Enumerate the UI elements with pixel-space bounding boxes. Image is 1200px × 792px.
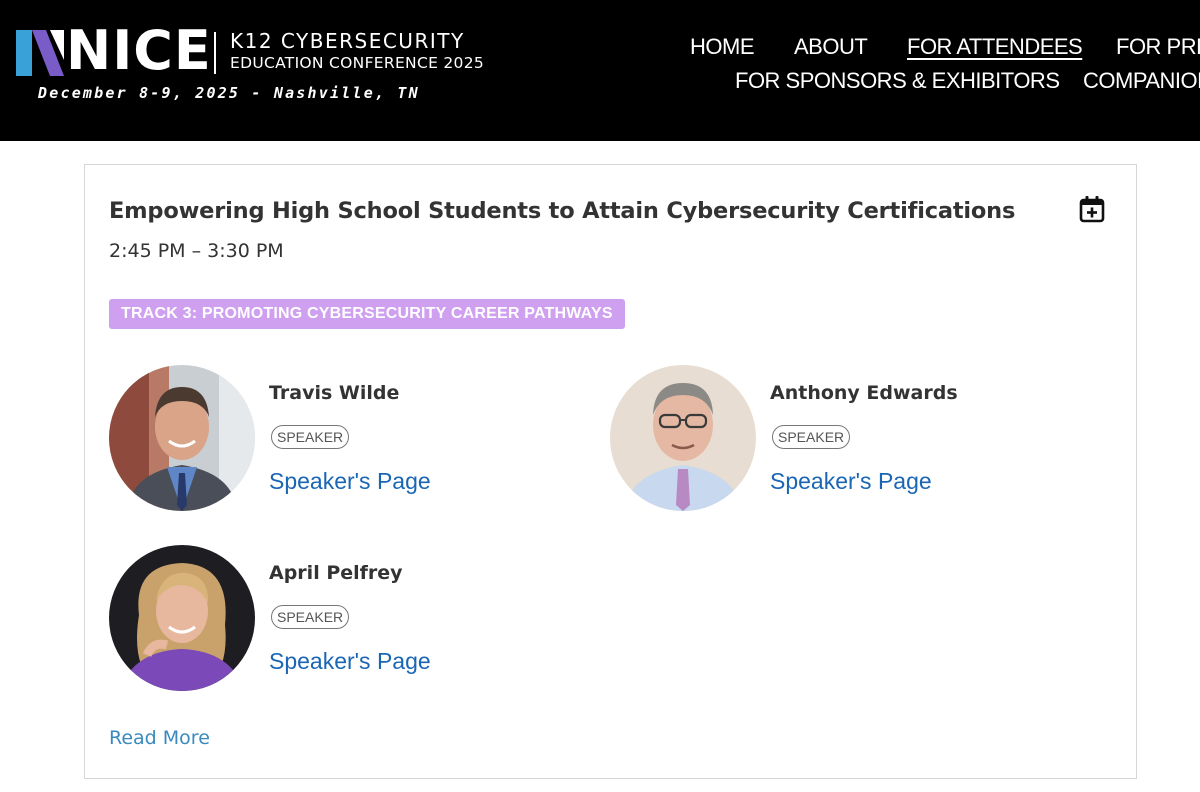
nav-for-sponsors-exhibitors[interactable]: FOR SPONSORS & EXHIBITORS — [735, 68, 1060, 94]
read-more-link[interactable]: Read More — [109, 726, 210, 750]
logo-divider — [214, 32, 216, 74]
speaker-card-anthony-edwards: Anthony Edwards SPEAKER Speaker's Page — [610, 365, 1090, 515]
nav-for-presenters[interactable]: FOR PRE — [1116, 34, 1200, 60]
logo-subtitle-line1: K12 CYBERSECURITY — [230, 29, 465, 53]
logo-subtitle-line2: EDUCATION CONFERENCE 2025 — [230, 54, 485, 72]
speaker-name[interactable]: Travis Wilde — [269, 381, 399, 405]
speaker-page-link[interactable]: Speaker's Page — [269, 467, 431, 495]
session-time: 2:45 PM – 3:30 PM — [109, 240, 284, 262]
speaker-name[interactable]: Anthony Edwards — [770, 381, 958, 405]
nav-home[interactable]: HOME — [690, 34, 755, 60]
avatar[interactable] — [109, 545, 255, 691]
conference-dateline: December 8-9, 2025 - Nashville, TN — [38, 84, 420, 102]
track-badge[interactable]: TRACK 3: PROMOTING CYBERSECURITY CAREER … — [109, 299, 625, 329]
nav-for-attendees[interactable]: FOR ATTENDEES — [907, 34, 1083, 60]
nav-companion[interactable]: COMPANION — [1083, 68, 1200, 94]
logo-wordmark[interactable]: NICE — [66, 22, 212, 80]
nice-logo-mark-icon[interactable] — [16, 30, 64, 76]
speaker-page-link[interactable]: Speaker's Page — [269, 647, 431, 675]
session-title[interactable]: Empowering High School Students to Attai… — [109, 197, 1015, 225]
avatar[interactable] — [109, 365, 255, 511]
speaker-role-badge: SPEAKER — [271, 605, 350, 629]
speaker-name[interactable]: April Pelfrey — [269, 561, 403, 585]
calendar-add-icon[interactable] — [1079, 195, 1105, 223]
site-header: NICE K12 CYBERSECURITY EDUCATION CONFERE… — [0, 0, 1200, 141]
session-card: Empowering High School Students to Attai… — [84, 164, 1137, 779]
speaker-role-badge: SPEAKER — [271, 425, 350, 449]
speaker-card-travis-wilde: Travis Wilde SPEAKER Speaker's Page — [109, 365, 589, 515]
nav-about[interactable]: ABOUT — [794, 34, 868, 60]
speaker-card-april-pelfrey: April Pelfrey SPEAKER Speaker's Page — [109, 545, 589, 695]
speaker-page-link[interactable]: Speaker's Page — [770, 467, 932, 495]
avatar[interactable] — [610, 365, 756, 511]
speaker-role-badge: SPEAKER — [772, 425, 851, 449]
